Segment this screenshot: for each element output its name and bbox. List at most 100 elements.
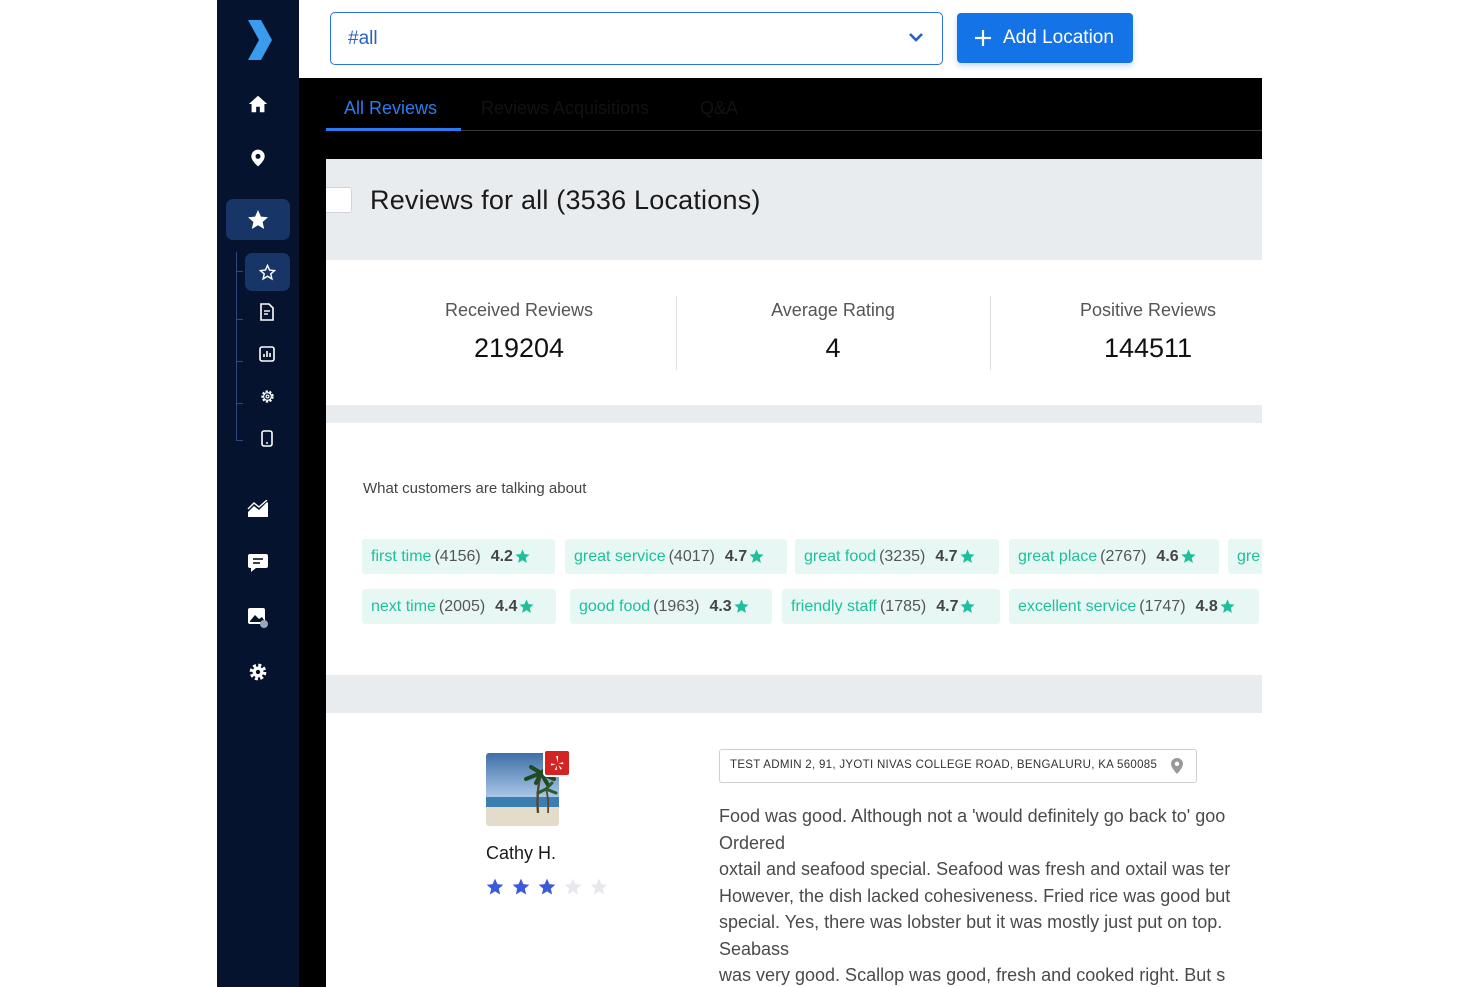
topic-count: (1963) — [653, 597, 700, 615]
location-pin-icon[interactable] — [243, 143, 273, 173]
topic-chip[interactable]: gre — [1228, 539, 1262, 574]
review-text-line: was very good. Scallop was good, fresh a… — [719, 965, 1226, 985]
review-location-field[interactable]: TEST ADMIN 2, 91, JYOTI NIVAS COLLEGE RO… — [719, 749, 1197, 783]
review-text-line: However, the dish lacked cohesiveness. F… — [719, 885, 1231, 906]
topic-keyword: great service — [574, 547, 666, 565]
gear-icon[interactable] — [252, 384, 282, 408]
topic-chip[interactable]: excellent service (1747) 4.8 — [1009, 589, 1259, 624]
stat-value: 219204 — [473, 333, 565, 363]
submenu-tick — [236, 271, 243, 272]
topic-count: (4017) — [668, 547, 715, 565]
stat-label: Received Reviews — [444, 300, 594, 320]
star-empty-icon — [563, 877, 583, 902]
stat-received-reviews: Received Reviews 219204 — [362, 260, 676, 405]
topic-keyword: first time — [371, 547, 432, 565]
area-chart-icon[interactable] — [243, 494, 273, 524]
logo-chevron-icon[interactable] — [244, 18, 274, 62]
review-text: Food was good. Although not a 'would def… — [719, 803, 1262, 987]
topic-count: (2005) — [438, 597, 486, 615]
star-icon — [959, 548, 976, 565]
topic-rating: 4.3 — [709, 597, 732, 615]
stat-value: 4 — [825, 333, 841, 363]
topic-keyword: great place — [1018, 547, 1098, 565]
image-icon[interactable] — [243, 602, 273, 632]
topic-rating: 4.7 — [936, 597, 959, 615]
review-text-line: Ordered — [719, 832, 786, 853]
topics-card: What customers are talking about first t… — [326, 423, 1262, 675]
star-outline-icon — [259, 263, 276, 280]
topic-keyword: excellent service — [1018, 597, 1137, 615]
page-title: Reviews for all (3536 Locations) — [370, 185, 761, 215]
panel-header: Reviews for all (3536 Locations) — [326, 159, 1262, 259]
star-empty-icon — [589, 877, 609, 902]
tab-divider — [461, 130, 1262, 131]
topic-rating: 4.2 — [490, 547, 513, 565]
topic-keyword: friendly staff — [791, 597, 877, 615]
submenu-line — [236, 252, 237, 440]
star-icon — [1219, 598, 1236, 615]
tab-all-reviews[interactable]: All Reviews — [344, 98, 437, 119]
star-icon — [748, 548, 765, 565]
stat-average-rating: Average Rating 4 — [676, 260, 990, 405]
topic-keyword: next time — [371, 597, 436, 615]
review-text-line: special. Yes, there was lobster but it w… — [719, 912, 1223, 932]
home-icon[interactable] — [243, 89, 273, 119]
star-filled-icon — [485, 877, 505, 902]
location-select[interactable]: #all — [330, 12, 943, 65]
topic-rating: 4.6 — [1156, 547, 1179, 565]
stat-positive-reviews: Positive Reviews 144511 — [991, 260, 1262, 405]
topic-rating: 4.7 — [724, 547, 748, 565]
review-card: Cathy H. TEST ADMIN 2, 91, JYOTI NIVAS C… — [326, 713, 1262, 987]
reviewer-name: Cathy H. — [486, 843, 557, 863]
document-icon[interactable] — [252, 300, 282, 324]
phone-icon[interactable] — [252, 426, 282, 450]
star-icon — [514, 548, 531, 565]
add-location-button[interactable]: Add Location — [957, 13, 1133, 63]
reviews-panel: Reviews for all (3536 Locations) Receive… — [326, 159, 1262, 987]
bar-chart-icon[interactable] — [252, 342, 282, 366]
review-rating — [485, 877, 609, 902]
select-all-checkbox[interactable] — [326, 187, 352, 213]
stat-label: Positive Reviews — [1079, 300, 1217, 320]
review-text-line: Seabass — [719, 938, 790, 959]
yelp-icon — [543, 749, 571, 777]
review-text-line: Food was good. Although not a 'would def… — [719, 806, 1226, 826]
topic-rating: 4.7 — [935, 547, 958, 565]
topic-rating: 4.8 — [1195, 597, 1218, 615]
stats-card: Received Reviews 219204 Average Rating 4… — [326, 260, 1262, 405]
topic-chip[interactable]: friendly staff (1785) 4.7 — [782, 589, 1000, 624]
star-icon — [959, 598, 976, 615]
star-filled-icon — [537, 877, 557, 902]
tab-qa[interactable]: Q&A — [700, 98, 738, 119]
chevron-down-icon — [909, 33, 923, 42]
topic-count: (2767) — [1100, 547, 1147, 565]
topic-count: (1747) — [1139, 597, 1186, 615]
star-filled-icon — [511, 877, 531, 902]
submenu-tick — [236, 319, 243, 320]
chat-icon[interactable] — [243, 548, 273, 578]
active-tab-indicator — [326, 128, 461, 131]
topic-chip[interactable]: good food (1963) 4.3 — [570, 589, 772, 624]
topic-rating: 4.4 — [495, 597, 518, 615]
subnav-reviews[interactable] — [245, 253, 290, 291]
location-select-value: #all — [348, 28, 378, 49]
stat-value: 144511 — [1103, 333, 1193, 363]
topic-count: (4156) — [434, 547, 481, 565]
star-icon — [248, 209, 268, 229]
tab-reviews-acquisitions[interactable]: Reviews Acquisitions — [481, 98, 649, 119]
topics-title: What customers are talking about — [363, 480, 587, 497]
topic-chip[interactable]: great service (4017) 4.7 — [565, 539, 787, 574]
nav-reviews[interactable] — [226, 199, 290, 240]
topic-keyword: gre — [1237, 547, 1261, 565]
stat-label: Average Rating — [771, 300, 895, 320]
topic-chip[interactable]: great place (2767) 4.6 — [1009, 539, 1219, 574]
review-text-line: oxtail and seafood special. Seafood was … — [719, 859, 1231, 879]
review-address: TEST ADMIN 2, 91, JYOTI NIVAS COLLEGE RO… — [730, 759, 1158, 771]
topic-chip[interactable]: great food (3235) 4.7 — [795, 539, 999, 574]
map-pin-icon — [1171, 758, 1183, 774]
topic-chip[interactable]: first time (4156) 4.2 — [362, 539, 555, 574]
star-icon — [518, 598, 535, 615]
topic-chip[interactable]: next time (2005) 4.4 — [362, 589, 556, 624]
settings-icon[interactable] — [243, 657, 273, 687]
star-icon — [1180, 548, 1197, 565]
